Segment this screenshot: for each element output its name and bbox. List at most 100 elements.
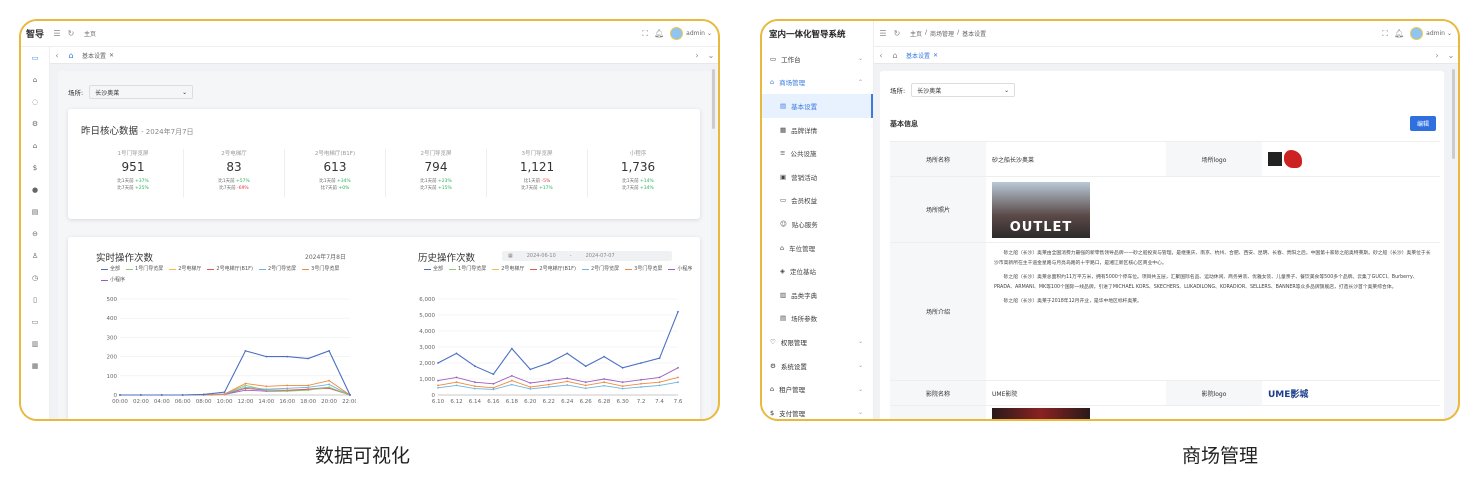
bell-icon[interactable]: 🔔︎ bbox=[652, 29, 666, 38]
document-icon[interactable]: ▤ bbox=[21, 201, 49, 223]
legend-item[interactable]: 2号电梯厅(B1F) bbox=[207, 265, 253, 273]
menu-icon: $ bbox=[770, 408, 775, 417]
chevron-down-icon[interactable]: ⌄ bbox=[1447, 30, 1452, 37]
y-tick-label: 400 bbox=[107, 316, 118, 322]
venue-photo[interactable]: OUTLET bbox=[992, 181, 1090, 238]
tab-basic-settings[interactable]: 基本设置 ✕ bbox=[78, 49, 118, 61]
sidebar-item[interactable]: ≡ 公共设施 bbox=[762, 141, 873, 165]
sidebar-item[interactable]: ▭ 会员权益 bbox=[762, 189, 873, 213]
sidebar-item[interactable]: ▤ 基本设置 bbox=[762, 94, 873, 118]
data-point bbox=[566, 384, 569, 386]
metric-value: 1,121 bbox=[519, 160, 555, 174]
legend-item[interactable]: 2号门导览屏 bbox=[581, 265, 619, 273]
data-point bbox=[328, 386, 330, 389]
clock-icon[interactable]: ◷ bbox=[21, 267, 49, 289]
legend-marker bbox=[258, 268, 266, 274]
bell-icon[interactable]: 🔔︎ bbox=[1392, 29, 1406, 38]
cinema-photo[interactable] bbox=[992, 408, 1090, 419]
breadcrumb-item[interactable]: 基本设置 bbox=[962, 29, 986, 38]
avatar[interactable] bbox=[1410, 27, 1424, 40]
sidebar-item[interactable]: ◈ 定位基站 bbox=[762, 259, 873, 283]
legend-item[interactable]: 3号门导览屏 bbox=[302, 265, 339, 273]
sidebar-item-label: 贴心服务 bbox=[791, 220, 818, 229]
legend-marker bbox=[424, 268, 431, 274]
home-tab-icon[interactable]: ⌂ bbox=[888, 51, 902, 60]
name-label: 场所名称 bbox=[890, 142, 986, 176]
avatar[interactable] bbox=[670, 27, 684, 40]
data-point bbox=[286, 384, 289, 387]
x-tick-label: 7.4 bbox=[655, 399, 664, 405]
metric-label: 2号电梯厅 bbox=[221, 151, 247, 157]
refresh-icon[interactable]: ↻ bbox=[890, 29, 904, 38]
sidebar-item[interactable]: ⌂ 商场管理 ⌃ bbox=[762, 71, 873, 95]
legend-item[interactable]: 小程序 bbox=[668, 265, 692, 273]
gear-icon[interactable]: ⚙ bbox=[21, 113, 49, 135]
grid-icon[interactable]: ▦ bbox=[21, 355, 49, 377]
dollar-icon[interactable]: $ bbox=[21, 157, 49, 179]
legend-item[interactable]: 2号门导览屏 bbox=[258, 265, 296, 274]
legend-item[interactable]: 小程序 bbox=[101, 276, 125, 284]
legend-item[interactable]: 2号电梯厅 bbox=[492, 265, 524, 273]
fullscreen-icon[interactable]: ⛶ bbox=[638, 29, 652, 39]
chevron-down-icon[interactable]: ⌄ bbox=[704, 51, 718, 60]
home-tab-icon[interactable]: ⌂ bbox=[64, 51, 78, 60]
metric-divider bbox=[183, 149, 184, 197]
sidebar-item[interactable]: ☺ 贴心服务 bbox=[762, 212, 873, 236]
minus-circle-icon[interactable]: ⊖ bbox=[21, 223, 49, 245]
shield-icon[interactable]: ◌ bbox=[21, 91, 49, 113]
legend-item[interactable]: 3号门导览屏 bbox=[625, 265, 662, 273]
chevron-right-icon[interactable]: › bbox=[1430, 51, 1444, 60]
user-name[interactable]: admin bbox=[1426, 30, 1445, 37]
user-icon[interactable]: ♙ bbox=[21, 245, 49, 267]
date-range-picker[interactable]: ▦ 2024-06-10 - 2024-07-07 bbox=[502, 251, 672, 261]
legend-item[interactable]: 全部 bbox=[101, 265, 120, 273]
breadcrumb[interactable]: 主页 bbox=[84, 29, 96, 38]
legend-item[interactable]: 1号门导览屏 bbox=[126, 265, 163, 273]
chat-icon[interactable]: ● bbox=[21, 179, 49, 201]
edit-button[interactable]: 编辑 bbox=[1409, 116, 1436, 131]
venue-select[interactable]: 长沙奥莱 ⌄ bbox=[89, 85, 194, 99]
data-point bbox=[677, 376, 679, 379]
sidebar-item[interactable]: ▤ 场所参数 bbox=[762, 307, 873, 331]
screen-icon[interactable]: ▭ bbox=[21, 311, 49, 333]
sidebar-item[interactable]: ▦ 品牌详情 bbox=[762, 118, 873, 142]
data-point bbox=[265, 355, 268, 358]
tab-basic-settings[interactable]: 基本设置 ✕ bbox=[902, 49, 942, 61]
scrollbar[interactable] bbox=[712, 69, 715, 129]
home-icon[interactable]: ⌂ bbox=[21, 69, 49, 91]
breadcrumb-item[interactable]: 商场管理 bbox=[930, 29, 954, 38]
legend-item[interactable]: 2号电梯厅 bbox=[169, 265, 201, 273]
sidebar-item[interactable]: ⌂ 车位管理 bbox=[762, 236, 873, 260]
breadcrumb-item[interactable]: 主页 bbox=[910, 29, 922, 38]
chevron-down-icon[interactable]: ⌄ bbox=[1444, 51, 1458, 60]
data-point bbox=[640, 382, 642, 385]
close-icon[interactable]: ✕ bbox=[109, 52, 114, 59]
chevron-right-icon[interactable]: › bbox=[690, 51, 704, 60]
dashboard-screenshot: 智导 ☰ ↻ 主页 ⛶ 🔔︎ admin ⌄ ▭ ⌂ ◌ ⚙ ⌂ $ ● ▤ ⊖… bbox=[19, 19, 720, 421]
close-icon[interactable]: ✕ bbox=[933, 52, 938, 59]
legend-item[interactable]: 2号电梯厅(B1F) bbox=[530, 265, 576, 273]
house-icon[interactable]: ⌂ bbox=[21, 135, 49, 157]
sidebar-item[interactable]: ▣ 营销活动 bbox=[762, 165, 873, 189]
fullscreen-icon[interactable]: ⛶ bbox=[1378, 29, 1392, 39]
chevron-left-icon[interactable]: ‹ bbox=[50, 51, 64, 60]
menu-toggle-icon[interactable]: ☰ bbox=[50, 29, 64, 38]
sidebar-item[interactable]: ▭ 工作台 ⌄ bbox=[762, 47, 873, 71]
sidebar-item[interactable]: ⌂ 租户管理 ⌄ bbox=[762, 377, 873, 401]
sidebar-item[interactable]: ♡ 权限管理 ⌄ bbox=[762, 330, 873, 354]
refresh-icon[interactable]: ↻ bbox=[64, 29, 78, 38]
menu-toggle-icon[interactable]: ☰ bbox=[876, 29, 890, 38]
sidebar-item[interactable]: $ 支付管理 ⌄ bbox=[762, 401, 873, 419]
chevron-left-icon[interactable]: ‹ bbox=[874, 51, 888, 60]
legend-item[interactable]: 全部 bbox=[424, 265, 443, 273]
user-name[interactable]: admin bbox=[686, 30, 705, 37]
legend-item[interactable]: 1号门导览屏 bbox=[449, 265, 486, 273]
chevron-down-icon[interactable]: ⌄ bbox=[707, 30, 712, 37]
lock-icon[interactable]: ▯ bbox=[21, 289, 49, 311]
file-icon[interactable]: ▥ bbox=[21, 333, 49, 355]
monitor-icon[interactable]: ▭ bbox=[21, 47, 49, 69]
sidebar-item[interactable]: ⚙ 系统设置 ⌄ bbox=[762, 354, 873, 378]
venue-select[interactable]: 长沙奥莱 ⌄ bbox=[911, 83, 1016, 97]
scrollbar[interactable] bbox=[1452, 69, 1455, 159]
sidebar-item[interactable]: ▥ 品类字典 bbox=[762, 283, 873, 307]
